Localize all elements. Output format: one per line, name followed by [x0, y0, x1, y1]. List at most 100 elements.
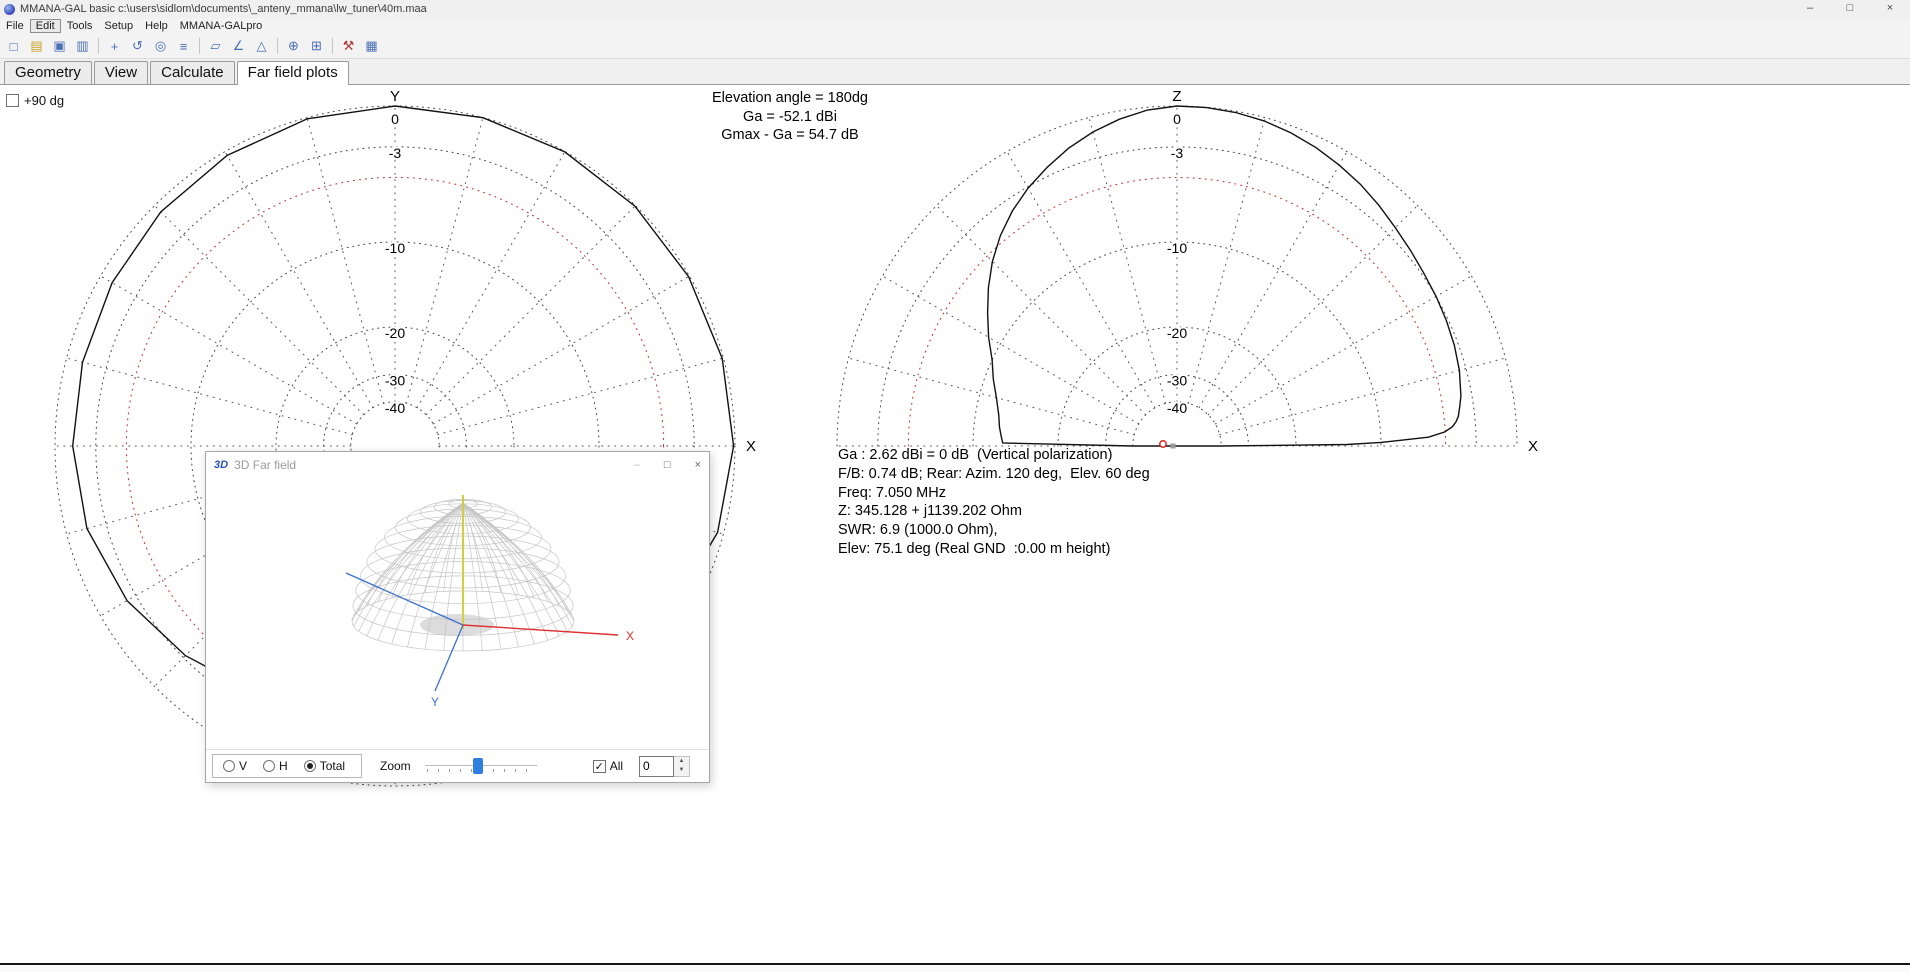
- window-controls: – □ ×: [1790, 0, 1910, 18]
- polarization-radio-group: V H Total: [212, 754, 362, 778]
- 3d-window-titlebar[interactable]: 3D 3D Far field – □ ×: [206, 452, 709, 477]
- minimize-button[interactable]: –: [1790, 0, 1830, 18]
- azimuth-pattern-ring-label: -40: [385, 400, 405, 416]
- feed-point-marker: [1160, 441, 1166, 447]
- result-info-line: F/B: 0.74 dB; Rear: Azim. 120 deg, Elev.…: [838, 465, 1150, 484]
- maximize-button[interactable]: □: [1830, 0, 1870, 18]
- elevation-pattern-ring-label: -20: [1167, 325, 1187, 341]
- result-info: Ga : 2.62 dBi = 0 dB (Vertical polarizat…: [838, 446, 1150, 559]
- elevation-pattern-right-axis-label: X: [1528, 438, 1538, 455]
- radio-v[interactable]: V: [223, 759, 247, 773]
- menu-edit[interactable]: Edit: [30, 19, 61, 33]
- elevation-pattern-plot[interactable]: 0-3-10-20-30-40ZX: [837, 88, 1538, 455]
- move-tool-button[interactable]: +: [104, 36, 125, 56]
- plot-header-line: Elevation angle = 180dg: [640, 89, 940, 108]
- sheet-button[interactable]: ▱: [205, 36, 226, 56]
- toolbar-separator: [277, 38, 278, 54]
- menu-setup[interactable]: Setup: [98, 19, 139, 33]
- zoom-tool-button[interactable]: ◎: [150, 36, 171, 56]
- 3d-close-button[interactable]: ×: [695, 459, 701, 471]
- angle-button[interactable]: ∠: [228, 36, 249, 56]
- spin-input[interactable]: [639, 756, 674, 777]
- plus90-checkbox[interactable]: [6, 94, 19, 107]
- grid-add-button[interactable]: ⊞: [306, 36, 327, 56]
- tab-geometry[interactable]: Geometry: [4, 61, 92, 84]
- result-info-line: Ga : 2.62 dBi = 0 dB (Vertical polarizat…: [838, 446, 1150, 465]
- result-info-line: Elev: 75.1 deg (Real GND :0.00 m height): [838, 540, 1150, 559]
- plot-header: Elevation angle = 180dgGa = -52.1 dBiGma…: [640, 89, 940, 145]
- table-button[interactable]: ▦: [361, 36, 382, 56]
- 3d-window-icon: 3D: [214, 459, 228, 471]
- plot-header-line: Gmax - Ga = 54.7 dB: [640, 126, 940, 145]
- menu-bar: FileEditToolsSetupHelpMMANA-GALpro: [0, 18, 1910, 34]
- print-button[interactable]: ▥: [72, 36, 93, 56]
- save-button[interactable]: ▣: [49, 36, 70, 56]
- radio-label-h: H: [279, 759, 288, 773]
- zoom-slider-thumb[interactable]: [473, 758, 483, 774]
- tab-bar: GeometryViewCalculateFar field plots: [0, 59, 1910, 85]
- elevation-pattern-ring-label: 0: [1173, 111, 1181, 127]
- toolbar-separator: [98, 38, 99, 54]
- result-info-line: SWR: 6.9 (1000.0 Ohm),: [838, 521, 1150, 540]
- 3d-minimize-button[interactable]: –: [634, 459, 640, 471]
- app-icon: [4, 4, 15, 15]
- x-axis-label: X: [626, 629, 634, 643]
- 3d-far-field-scene[interactable]: XY: [206, 477, 709, 749]
- spin-up-button[interactable]: ▲: [674, 757, 689, 767]
- toolbar-separator: [332, 38, 333, 54]
- wire-edit-button[interactable]: ≡: [173, 36, 194, 56]
- elevation-pattern-curve: [988, 106, 1461, 446]
- radio-h[interactable]: H: [263, 759, 288, 773]
- all-checkbox-row[interactable]: ✓ All: [593, 759, 623, 773]
- elevation-pattern-ring-label: -3: [1171, 145, 1184, 161]
- plus90-checkbox-row[interactable]: +90 dg: [6, 93, 64, 108]
- tab-view[interactable]: View: [94, 61, 148, 84]
- azimuth-pattern-right-axis-label: X: [746, 438, 756, 455]
- result-info-line: Z: 345.128 + j1139.202 Ohm: [838, 502, 1150, 521]
- titlebar: MMANA-GAL basic c:\users\sidlom\document…: [0, 0, 1910, 18]
- azimuth-pattern-ring-label: -3: [389, 145, 402, 161]
- new-file-button[interactable]: □: [3, 36, 24, 56]
- tab-calculate[interactable]: Calculate: [150, 61, 235, 84]
- y-axis-label: Y: [431, 695, 439, 709]
- open-file-button[interactable]: ▤: [26, 36, 47, 56]
- mmana-window: MMANA-GAL basic c:\users\sidlom\document…: [0, 0, 1910, 971]
- radio-label-v: V: [239, 759, 247, 773]
- spin-buttons: ▲ ▼: [674, 756, 690, 777]
- radio-total[interactable]: Total: [304, 759, 345, 773]
- tab-far-field-plots[interactable]: Far field plots: [237, 61, 349, 85]
- radio-button-h[interactable]: [263, 760, 275, 772]
- all-checkbox[interactable]: ✓: [593, 760, 606, 773]
- tools-button[interactable]: ⚒: [338, 36, 359, 56]
- menu-help[interactable]: Help: [139, 19, 174, 33]
- target-button[interactable]: ⊕: [283, 36, 304, 56]
- center-marker: [1171, 444, 1176, 449]
- plot-area: 0-3-10-20-30-40YX0-3-10-20-30-40ZX +90 d…: [0, 85, 1910, 963]
- elevation-pattern-ring-label: -30: [1167, 373, 1187, 389]
- toolbar-separator: [199, 38, 200, 54]
- zoom-label: Zoom: [380, 759, 411, 773]
- far-field-3d-window: 3D 3D Far field – □ × XY VHTotal Zoom: [205, 451, 710, 783]
- plot-header-line: Ga = -52.1 dBi: [640, 108, 940, 127]
- zoom-slider[interactable]: [425, 756, 537, 776]
- 3d-window-title: 3D Far field: [234, 458, 296, 472]
- menu-mmana-galpro[interactable]: MMANA-GALpro: [174, 19, 269, 33]
- 3d-maximize-button[interactable]: □: [664, 459, 671, 471]
- radio-button-total[interactable]: [304, 760, 316, 772]
- radio-button-v[interactable]: [223, 760, 235, 772]
- 3d-window-controls: – □ ×: [634, 452, 701, 477]
- elevation-pattern-top-axis-label: Z: [1172, 88, 1181, 105]
- menu-tools[interactable]: Tools: [61, 19, 99, 33]
- spin-down-button[interactable]: ▼: [674, 766, 689, 776]
- azimuth-pattern-ring-label: -20: [385, 325, 405, 341]
- triangle-button[interactable]: △: [251, 36, 272, 56]
- 3d-window-controls-bar: V H Total Zoom ✓ All ▲ ▼: [206, 749, 709, 782]
- azimuth-pattern-top-axis-label: Y: [390, 88, 400, 105]
- elevation-pattern-ring-label: -40: [1167, 400, 1187, 416]
- menu-file[interactable]: File: [0, 19, 30, 33]
- azimuth-pattern-ring-label: 0: [391, 111, 399, 127]
- close-button[interactable]: ×: [1870, 0, 1910, 18]
- rotate-tool-button[interactable]: ↺: [127, 36, 148, 56]
- angle-spinner: ▲ ▼: [639, 756, 690, 777]
- azimuth-pattern-ring-label: -30: [385, 373, 405, 389]
